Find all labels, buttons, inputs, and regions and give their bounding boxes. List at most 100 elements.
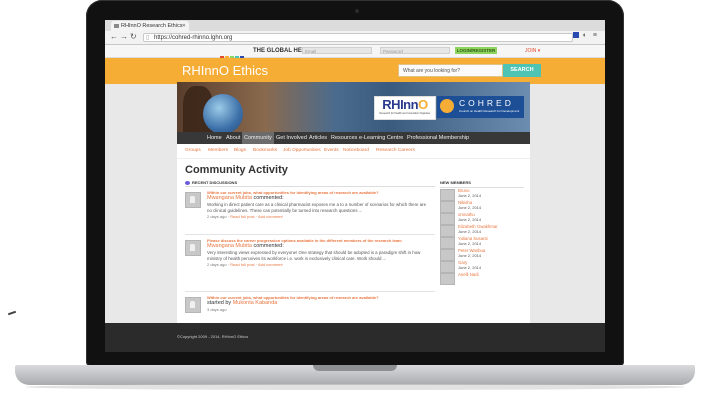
email-field[interactable]: Email <box>302 47 372 54</box>
laptop-shadow <box>25 384 685 390</box>
nav-elearning[interactable]: e-Learning Centre <box>359 132 403 144</box>
laptop-notch <box>313 365 397 371</box>
password-field[interactable]: Password <box>380 47 450 54</box>
tab-title: RHInnO Research Ethics <box>121 23 183 29</box>
nav-about[interactable]: About <box>226 132 240 144</box>
cohred-logo[interactable]: COHRED Council on Health Research for De… <box>437 96 524 118</box>
site-brand[interactable]: RHInnO Ethics <box>182 62 268 80</box>
activity-action: commented: <box>253 195 284 201</box>
nav-articles[interactable]: Articles <box>309 132 327 144</box>
subnav-blogs[interactable]: Blogs <box>234 144 246 158</box>
user-link[interactable]: Mwangana Mubita <box>207 243 252 249</box>
page-info-icon: ▯ <box>146 35 150 41</box>
activity-item: Please discuss the career progression op… <box>185 238 435 288</box>
chevron-down-icon: ▾ <box>537 48 541 54</box>
nav-resources[interactable]: Resources <box>331 132 357 144</box>
avatar[interactable] <box>185 240 201 256</box>
reload-icon[interactable]: ↻ <box>130 32 139 41</box>
network-bar: THE GLOBAL HEALTH NETWORK Email Password… <box>105 45 605 61</box>
user-link[interactable]: Mwangana Mubita <box>207 195 252 201</box>
activity-excerpt: Very interesting views expressed by ever… <box>207 250 421 261</box>
search-input[interactable]: What are you looking for? <box>398 64 503 77</box>
new-members-heading: NEW MEMBERS <box>440 180 524 188</box>
avatar[interactable] <box>185 192 201 208</box>
copyright-text: ©Copyright 2009 - 2014, RHInnO Ethics <box>177 334 249 339</box>
cohred-tagline: Council on Health Research for Developme… <box>459 109 520 113</box>
member-date: June 2, 2014 <box>458 241 482 246</box>
subnav-research-careers[interactable]: Research Careers <box>376 144 415 158</box>
member-date: June 2, 2014 <box>458 205 482 210</box>
subnav-bookmarks[interactable]: Bookmarks <box>253 144 277 158</box>
cohred-emblem-icon <box>440 99 454 113</box>
login-register-button[interactable]: LOGIN/REGISTER <box>455 47 497 54</box>
nav-home[interactable]: Home <box>207 132 222 144</box>
address-bar: ←→↻ ▯ https://cohred-rhinno.lghn.org ◐ ≡ <box>105 31 605 45</box>
activity-excerpt: Working in direct patient care as a clin… <box>207 202 427 213</box>
camera-icon <box>355 9 359 13</box>
activity-time: 3 days ago <box>207 307 227 312</box>
url-text: https://cohred-rhinno.lghn.org <box>154 35 233 41</box>
nav-community[interactable]: Community <box>242 132 274 144</box>
browser-tab-bar: RHInnO Research Ethics ✕ <box>105 20 605 31</box>
divider <box>185 234 435 235</box>
cohred-title: COHRED <box>459 98 514 108</box>
site-header: RHInnO Ethics What are you looking for? … <box>105 58 605 84</box>
laptop-screen: RHInnO Research Ethics ✕ ←→↻ ▯ https://c… <box>105 20 605 352</box>
nav-professional-membership[interactable]: Professional Membership <box>407 132 469 144</box>
member-item[interactable]: Yuliana Susanti June 2, 2014 <box>440 236 524 249</box>
member-date: June 2, 2014 <box>458 229 482 234</box>
site-footer: ©Copyright 2009 - 2014, RHInnO Ethics <box>105 323 605 352</box>
join-link[interactable]: JOIN ▾ <box>525 46 540 56</box>
add-comment-link[interactable]: Add comment <box>258 262 283 267</box>
forward-icon[interactable]: → <box>120 32 130 41</box>
page-title: Community Activity <box>185 164 288 176</box>
activity-item: Within our current jobs, what opportunit… <box>185 190 435 232</box>
user-link[interactable]: Mukonta Kabanda <box>233 300 278 306</box>
member-date: June 2, 2014 <box>458 217 482 222</box>
subnav-job-opportunities[interactable]: Job Opportunities <box>283 144 321 158</box>
member-item[interactable]: Peter Wanbua June 2, 2014 <box>440 248 524 261</box>
member-item[interactable]: Bruno June 2, 2014 <box>440 188 524 201</box>
member-item[interactable]: Gary June 2, 2014 <box>440 260 524 273</box>
read-full-post-link[interactable]: Read full post <box>230 214 254 219</box>
subnav-groups[interactable]: Groups <box>185 144 201 158</box>
member-name[interactable]: Anelli Nadi <box>458 272 479 277</box>
rhinno-tagline: Research for Health and Innovation Organ… <box>379 112 431 115</box>
globe-image <box>203 94 243 132</box>
rhinno-logo[interactable]: RHInnO Research for Health and Innovatio… <box>374 96 436 120</box>
browser-tab[interactable]: RHInnO Research Ethics ✕ <box>111 21 189 31</box>
subnav-members[interactable]: Members <box>208 144 228 158</box>
nav-get-involved[interactable]: Get Involved <box>276 132 307 144</box>
divider <box>185 291 435 292</box>
add-comment-link[interactable]: Add comment <box>258 214 283 219</box>
avatar[interactable] <box>440 273 455 285</box>
subnav-noticeboard[interactable]: Noticeboard <box>343 144 369 158</box>
search-button[interactable]: SEARCH <box>503 64 541 77</box>
back-icon[interactable]: ← <box>110 32 120 41</box>
decorative-mark <box>7 310 17 316</box>
cast-icon[interactable]: ◐ <box>583 32 589 39</box>
page-icon <box>114 24 119 28</box>
member-item[interactable]: Nikisha June 2, 2014 <box>440 200 524 213</box>
member-date: June 2, 2014 <box>458 253 482 258</box>
main-nav: Home About Community Get Involved Articl… <box>177 132 530 144</box>
sub-nav: Groups Members Blogs Bookmarks Job Oppor… <box>177 144 530 159</box>
hero-banner: RHInnO Research for Health and Innovatio… <box>177 82 530 132</box>
member-item[interactable]: Elizabeth Gwakhmar June 2, 2014 <box>440 224 524 237</box>
menu-icon[interactable]: ≡ <box>593 32 599 39</box>
avatar[interactable] <box>185 297 201 313</box>
member-item[interactable]: Anelli Nadi <box>440 272 524 285</box>
activity-time: 2 days ago <box>207 214 227 219</box>
activity-action: commented: <box>253 243 284 249</box>
activity-item: Within our current jobs, what opportunit… <box>185 295 435 323</box>
member-item[interactable]: omnathu June 2, 2014 <box>440 212 524 225</box>
extension-icon[interactable] <box>572 32 579 39</box>
member-date: June 2, 2014 <box>458 265 482 270</box>
activity-time: 2 days ago <box>207 262 227 267</box>
member-date: June 2, 2014 <box>458 193 482 198</box>
close-icon[interactable]: ✕ <box>182 21 186 31</box>
activity-action: started by <box>207 300 232 306</box>
read-full-post-link[interactable]: Read full post <box>230 262 254 267</box>
subnav-events[interactable]: Events <box>324 144 339 158</box>
url-input[interactable]: ▯ https://cohred-rhinno.lghn.org <box>143 33 573 42</box>
